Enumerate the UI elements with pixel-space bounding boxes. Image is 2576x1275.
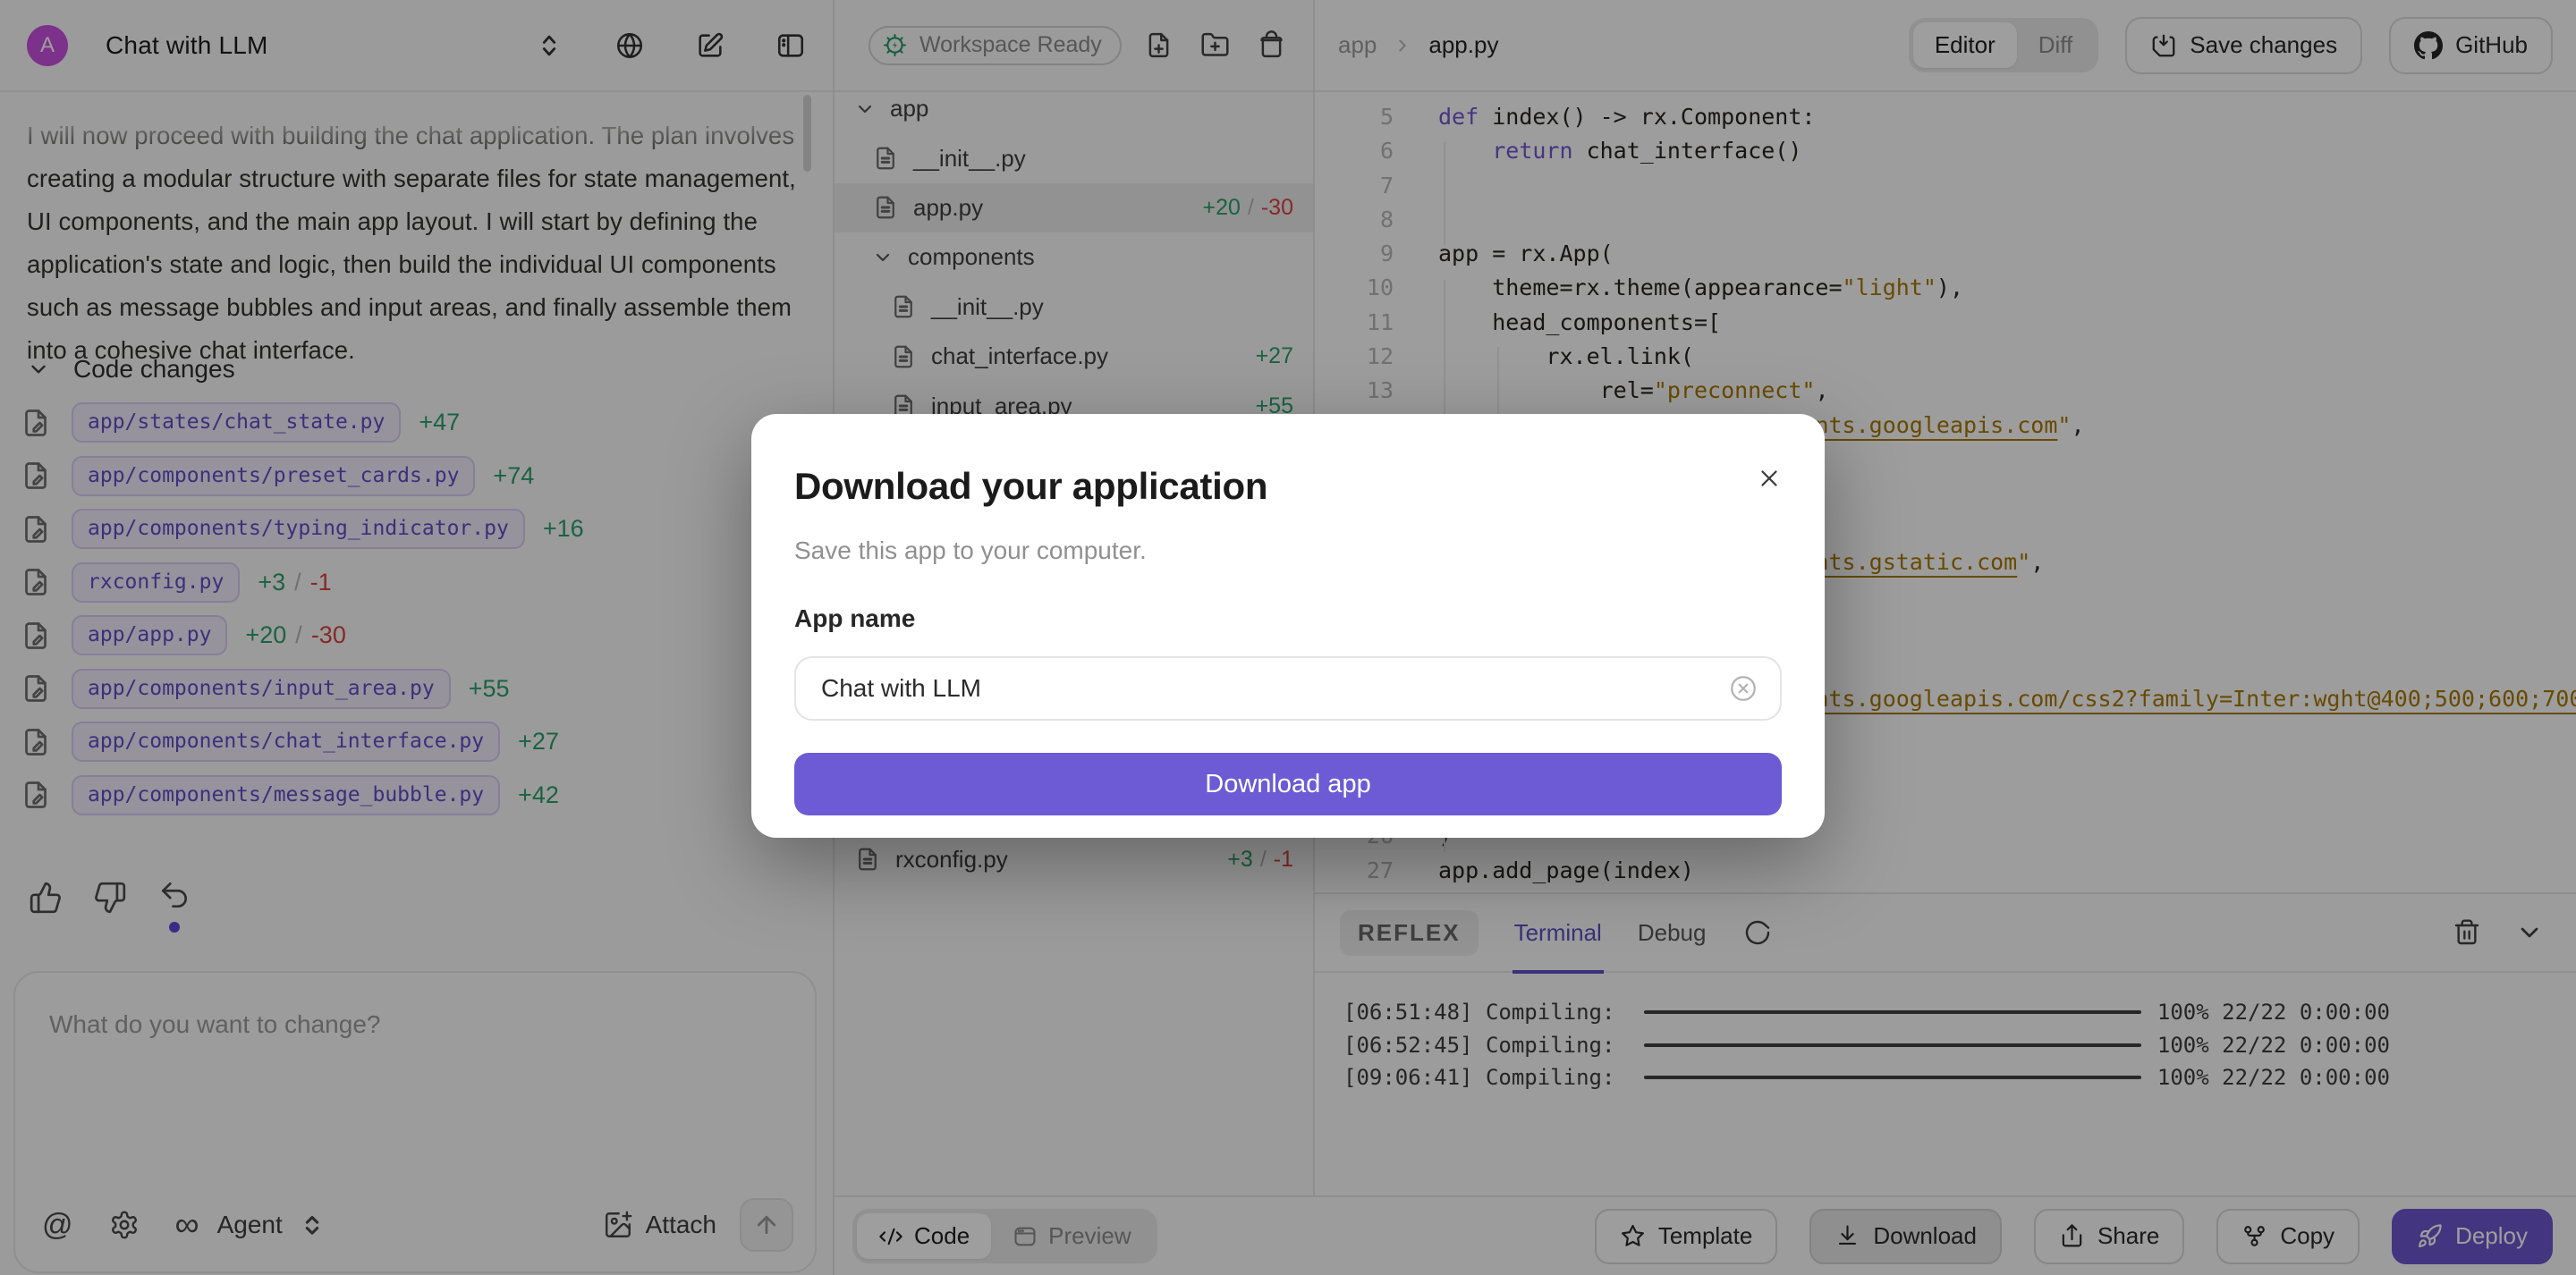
modal-subtitle: Save this app to your computer.: [794, 536, 1782, 565]
close-icon[interactable]: [1751, 460, 1787, 496]
app-name-field[interactable]: Chat with LLM: [794, 656, 1782, 721]
app-name-label: App name: [794, 604, 1782, 633]
app-name-value: Chat with LLM: [821, 674, 981, 703]
download-app-button[interactable]: Download app: [794, 753, 1782, 815]
clear-input-icon[interactable]: [1728, 673, 1758, 704]
modal-title: Download your application: [794, 465, 1782, 508]
download-modal: Download your application Save this app …: [751, 414, 1825, 838]
reflex-build-app: A Chat with LLM I will now proceed with …: [0, 0, 2576, 1275]
